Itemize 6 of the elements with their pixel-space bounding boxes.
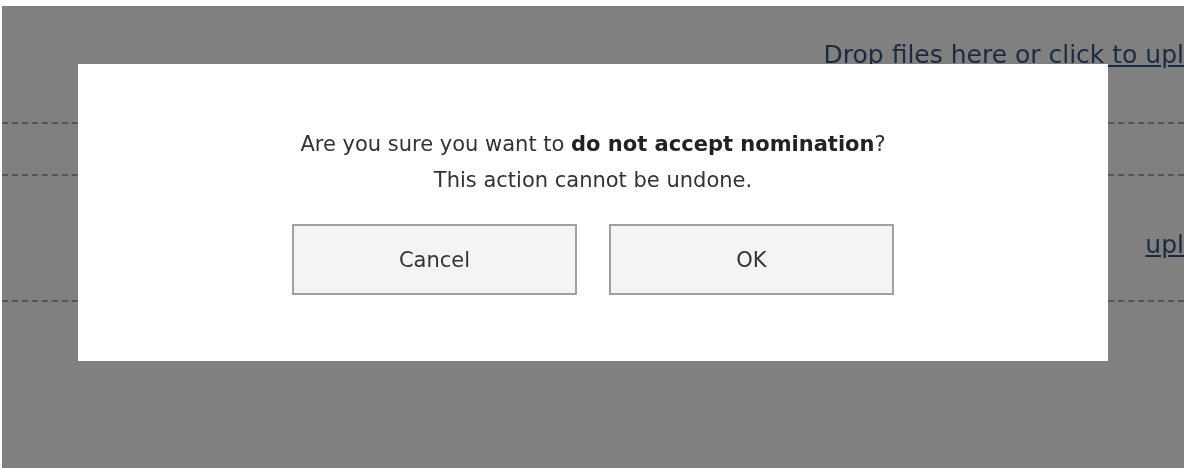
dialog-note: This action cannot be undone. bbox=[433, 167, 753, 194]
dialog-message: Are you sure you want to do not accept nomination? bbox=[300, 131, 886, 158]
upload-link[interactable]: upl bbox=[1145, 230, 1184, 260]
upload-link[interactable]: Drop files here or click to upl bbox=[823, 40, 1184, 70]
ok-button[interactable]: OK bbox=[609, 224, 894, 295]
cancel-button[interactable]: Cancel bbox=[292, 224, 577, 295]
